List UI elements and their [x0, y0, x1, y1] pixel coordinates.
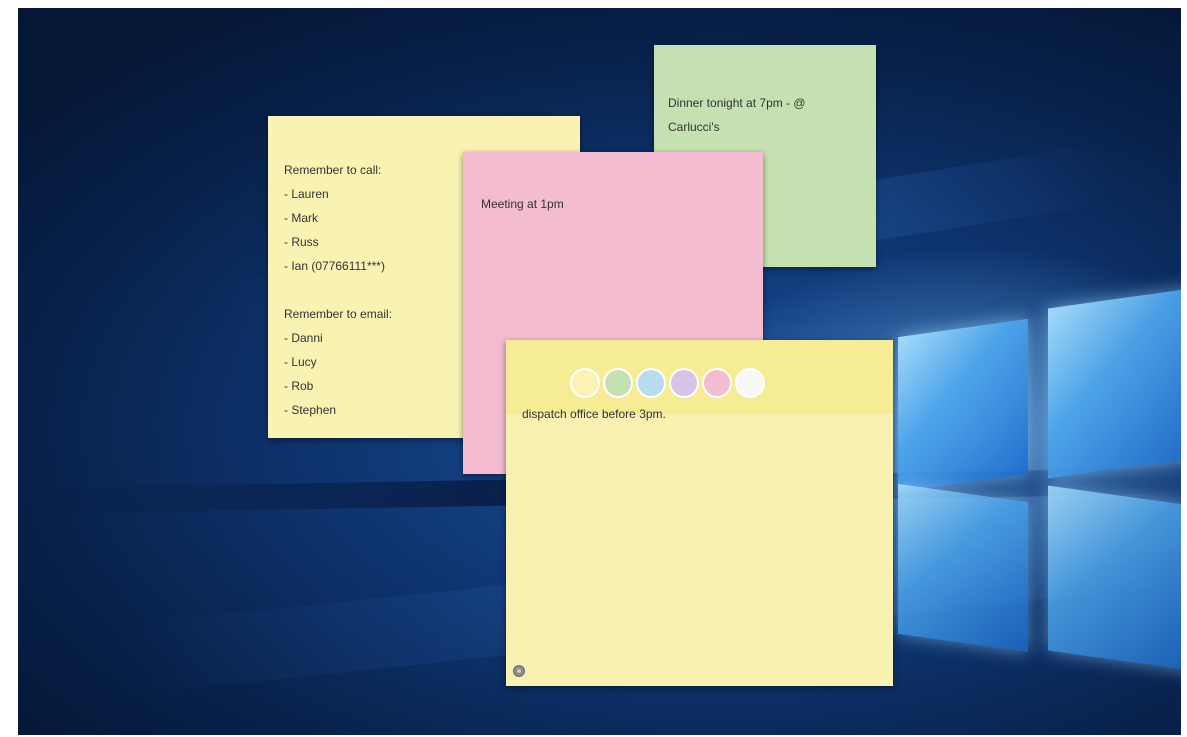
color-menu-bar — [506, 340, 893, 414]
sticky-note-yellow-active[interactable]: dispatch office before 3pm. — [506, 340, 893, 686]
color-swatch-pink[interactable] — [702, 368, 732, 398]
color-swatch-yellow[interactable] — [570, 368, 600, 398]
color-swatch-purple[interactable] — [669, 368, 699, 398]
screenshot-frame: Dinner tonight at 7pm - @ Carlucci's Rem… — [0, 0, 1187, 737]
note-line: dispatch office before 3pm. — [522, 407, 666, 421]
note-line: Dinner tonight at 7pm - @ — [668, 96, 806, 110]
color-swatch-white[interactable] — [735, 368, 765, 398]
color-swatch-green[interactable] — [603, 368, 633, 398]
windows-logo-pane — [1048, 485, 1181, 672]
color-swatch-list — [570, 368, 765, 398]
windows-logo-pane — [1048, 287, 1181, 479]
note-line: Meeting at 1pm — [481, 197, 564, 211]
windows-logo — [898, 287, 1181, 678]
gear-icon[interactable] — [513, 665, 525, 677]
note-line: Carlucci's — [668, 120, 720, 134]
windows-logo-pane — [898, 318, 1028, 493]
note-text[interactable]: dispatch office before 3pm. — [522, 406, 872, 422]
color-swatch-blue[interactable] — [636, 368, 666, 398]
windows-logo-pane — [898, 483, 1028, 653]
note-text[interactable]: Dinner tonight at 7pm - @ Carlucci's — [668, 91, 863, 139]
note-text[interactable]: Meeting at 1pm — [481, 192, 741, 216]
